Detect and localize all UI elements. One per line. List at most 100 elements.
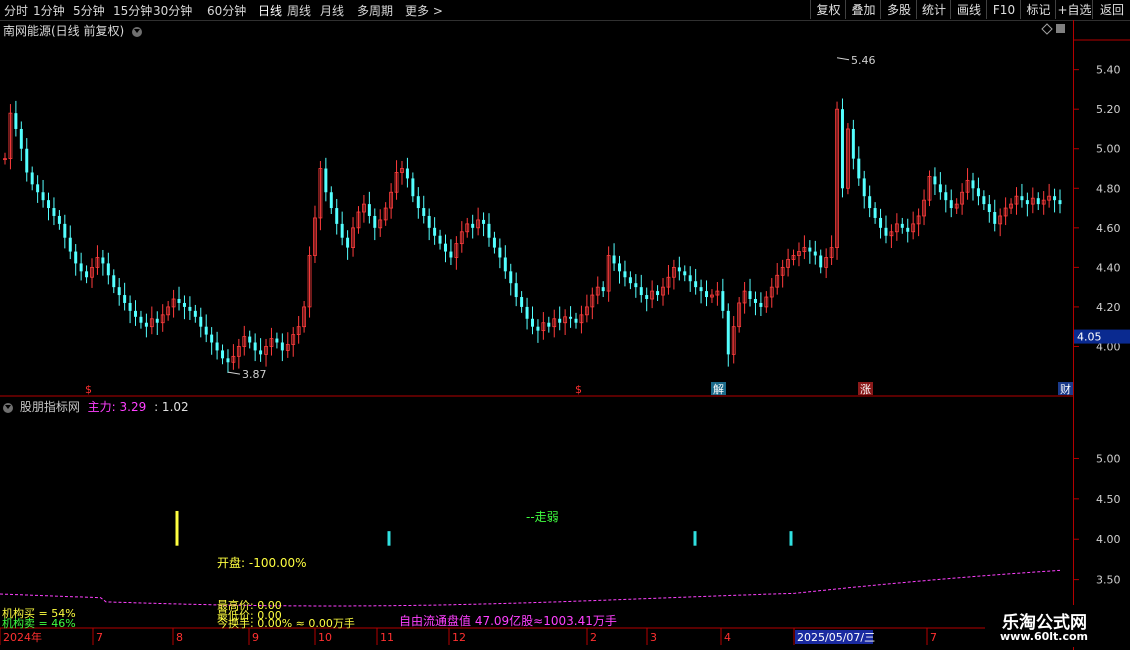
- candle-body-down: [373, 215, 377, 228]
- low-label: 3.87: [242, 368, 267, 381]
- period-tab[interactable]: 周线: [287, 2, 311, 19]
- chevron-down-icon[interactable]: [132, 26, 143, 37]
- period-tab[interactable]: 60分钟: [207, 2, 246, 19]
- period-tab[interactable]: 更多 >: [405, 2, 443, 19]
- period-tab[interactable]: 15分钟: [113, 2, 152, 19]
- candle-body-up: [236, 346, 241, 357]
- indicator-title-row: 股朋指标网 主力: 3.29 : 1.02: [3, 398, 189, 415]
- toolbar-button[interactable]: 统计: [916, 0, 951, 19]
- toolbar-button[interactable]: +自选: [1055, 0, 1093, 19]
- candle-body-up: [666, 276, 671, 288]
- candle-body-down: [938, 184, 942, 193]
- candle-body-up: [285, 344, 290, 351]
- candle-body-up: [590, 294, 595, 308]
- candle-body-up: [296, 326, 301, 335]
- chevron-down-icon[interactable]: [3, 402, 13, 413]
- toolbar-button[interactable]: 多股: [880, 0, 917, 19]
- period-tab[interactable]: 5分钟: [73, 2, 105, 19]
- candle-body-down: [128, 302, 132, 311]
- candle-body-up: [835, 108, 839, 248]
- ind-tick-label: 4.50: [1096, 493, 1121, 506]
- price-tick-label: 4.40: [1096, 261, 1121, 274]
- candle-body-up: [394, 172, 399, 193]
- toolbar-button[interactable]: 叠加: [845, 0, 881, 19]
- stock-title[interactable]: 南网能源(日线 前复权): [3, 22, 145, 39]
- turnover-label: 今换手: 0.00% ≈ 0.00万手: [217, 616, 355, 630]
- candle-body-down: [705, 291, 709, 298]
- event-marker: 财: [1060, 382, 1071, 396]
- date-label: 4: [724, 631, 731, 644]
- candle-body-up: [737, 302, 742, 328]
- candle-body-up: [889, 231, 894, 237]
- candle-body-down: [498, 247, 502, 258]
- period-tab[interactable]: 多周期: [357, 2, 393, 19]
- price-tick-label: 4.80: [1096, 182, 1121, 195]
- candle-body-down: [879, 217, 883, 228]
- date-label: 3: [650, 631, 657, 644]
- candle-body-up: [829, 247, 834, 258]
- inst-sell-label: 机构卖 = 46%: [2, 616, 76, 630]
- candle-body-down: [47, 200, 51, 209]
- event-marker-bg: [711, 382, 726, 395]
- candle-body-up: [731, 326, 736, 355]
- candle-body-up: [579, 314, 584, 324]
- candle-body-down: [210, 334, 214, 343]
- candle-body-up: [671, 266, 676, 278]
- candle-body-down: [155, 318, 159, 323]
- candle-body-down: [884, 227, 888, 236]
- candle-body-up: [775, 274, 780, 288]
- period-tab[interactable]: 分时: [4, 2, 28, 19]
- float-cap-label: 自由流通盘值 47.09亿股≈1003.41万手: [399, 613, 617, 628]
- candle-body-down: [1036, 198, 1040, 205]
- period-tab[interactable]: 30分钟: [153, 2, 192, 19]
- toolbar-button[interactable]: F10: [986, 0, 1021, 19]
- candle-body-down: [656, 291, 660, 296]
- candle-body-down: [106, 263, 110, 276]
- candle-body-down: [177, 299, 181, 303]
- candle-body-down: [248, 336, 252, 343]
- price-tick-label: 5.40: [1096, 64, 1121, 77]
- candle-body-down: [688, 275, 692, 282]
- candle-body-down: [503, 257, 507, 272]
- candle-body-up: [606, 255, 611, 292]
- candle-body-up: [242, 336, 247, 347]
- period-tab[interactable]: 1分钟: [33, 2, 65, 19]
- candle-body-down: [1053, 196, 1057, 201]
- period-tab[interactable]: 日线: [258, 2, 282, 19]
- candle-body-down: [68, 237, 72, 252]
- toolbar-button[interactable]: 复权: [810, 0, 846, 19]
- candle-body-up: [552, 318, 557, 328]
- candle-body-down: [753, 299, 757, 303]
- candle-body-up: [661, 286, 665, 296]
- candle-body-up: [8, 112, 13, 160]
- candle-body-up: [1014, 195, 1019, 205]
- period-toolbar: 分时 1分钟 5分钟 15分钟 30分钟 60分钟 日线 周线 月线 多周期 更多 > 复权 叠加 多股统…: [0, 0, 1130, 21]
- candle-body-down: [449, 251, 453, 258]
- low-price-label: 最低价: 0.00: [217, 609, 282, 622]
- main-force-value: : 1.02: [154, 400, 189, 414]
- indicator-title[interactable]: 股朋指标网: [20, 400, 80, 414]
- candle-body-down: [514, 283, 518, 298]
- candle-body-down: [335, 208, 339, 224]
- candle-body-up: [595, 286, 600, 296]
- candle-body-up: [791, 255, 796, 260]
- period-tab[interactable]: 月线: [320, 2, 344, 19]
- high-label: 5.46: [851, 54, 876, 67]
- toolbar-button[interactable]: 返回: [1092, 0, 1130, 19]
- candle-body-down: [405, 168, 409, 179]
- toolbar-button[interactable]: 画线: [950, 0, 987, 19]
- candle-body-up: [318, 168, 323, 219]
- candle-body-down: [906, 227, 910, 232]
- candle-body-down: [30, 172, 34, 185]
- candle-body-up: [780, 266, 785, 276]
- candle-body-up: [1003, 207, 1008, 217]
- candle-body-down: [748, 291, 752, 300]
- ind-tick-label: 5.00: [1096, 452, 1121, 465]
- candle-body-up: [351, 227, 355, 248]
- candle-body-up: [269, 338, 274, 347]
- candle-body-down: [558, 318, 562, 323]
- candle-body-down: [134, 310, 138, 317]
- candle-body-down: [1020, 196, 1024, 201]
- price-tick-label: 5.20: [1096, 103, 1121, 116]
- toolbar-button[interactable]: 标记: [1020, 0, 1056, 19]
